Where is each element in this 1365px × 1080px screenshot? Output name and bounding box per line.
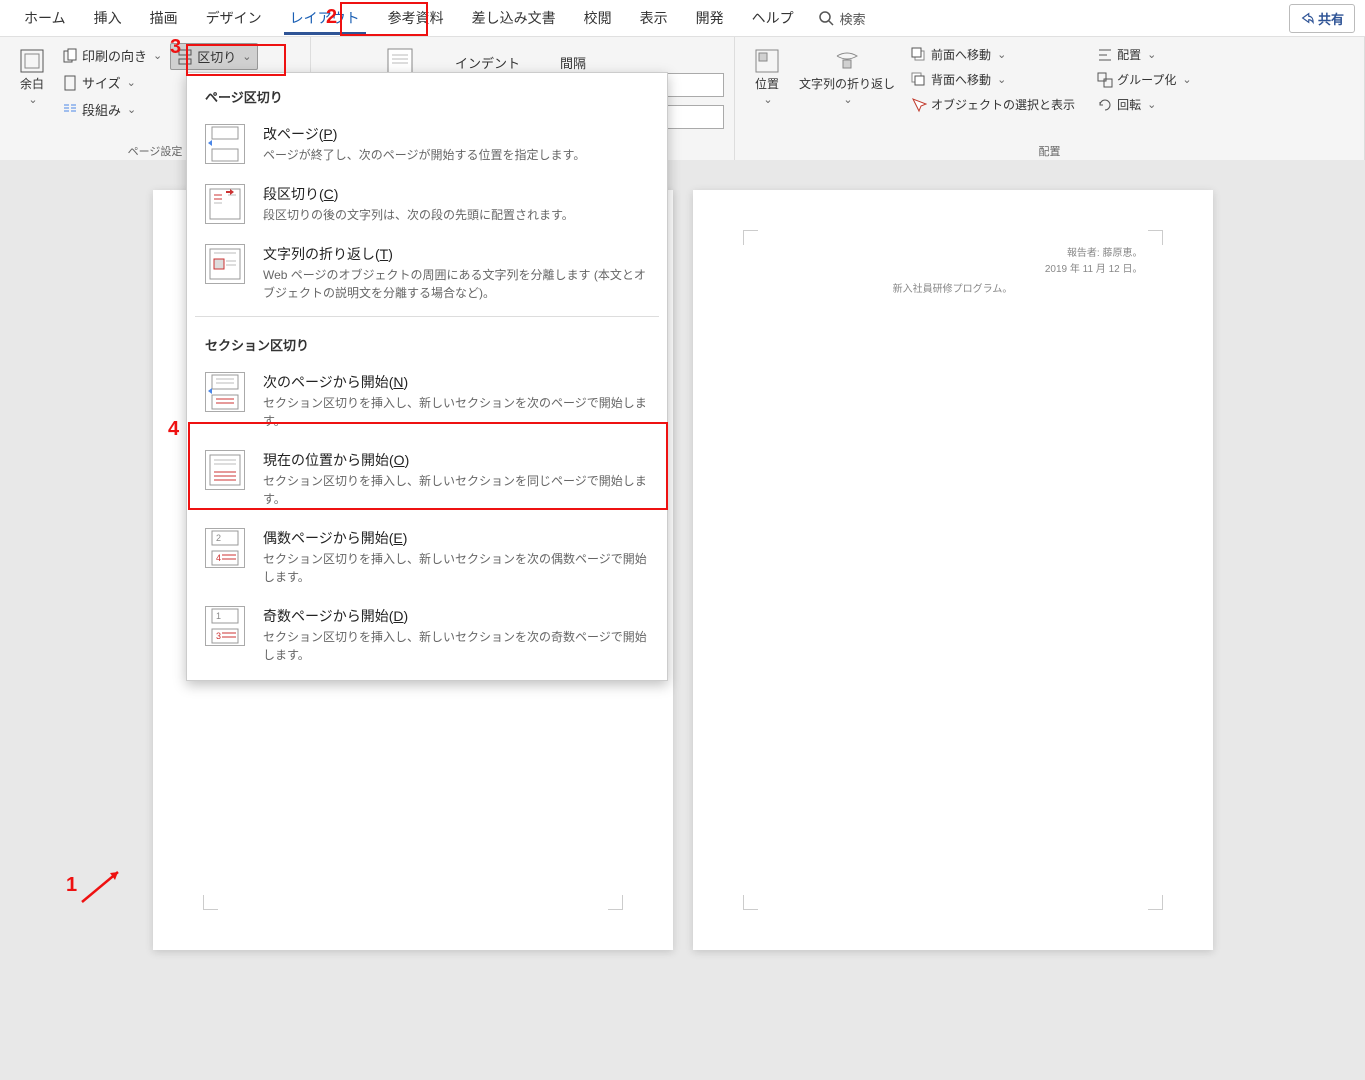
orientation-icon [62,48,78,64]
tab-view[interactable]: 表示 [626,2,682,34]
indent-label: インデント [455,53,520,72]
annotation-number-3: 3 [170,36,181,59]
selection-pane-button[interactable]: オブジェクトの選択と表示 [905,93,1081,116]
send-backward-icon [911,72,927,88]
dropdown-section-page-breaks: ページ区切り [187,73,667,114]
send-backward-button[interactable]: 背面へ移動⌄ [905,68,1081,91]
columns-icon [62,102,78,118]
spacing-label: 間隔 [560,53,586,72]
annotation-number-4: 4 [168,418,179,441]
arrange-group-label: 配置 [745,141,1354,159]
annotation-number-1: 1 [66,874,77,897]
continuous-icon [205,450,245,490]
break-page-desc: ページが終了し、次のページが開始する位置を指定します。 [263,146,649,164]
bring-forward-button[interactable]: 前面へ移動⌄ [905,43,1081,66]
section-break-even-page-desc: セクション区切りを挿入し、新しいセクションを次の偶数ページで開始します。 [263,550,649,586]
section-break-odd-page-desc: セクション区切りを挿入し、新しいセクションを次の奇数ページで開始します。 [263,628,649,664]
orientation-button[interactable]: 印刷の向き⌄ [56,43,168,68]
break-page-title: 改ページ(P) [263,124,649,144]
chevron-down-icon: ⌄ [28,93,37,107]
text-wrap-break-icon [205,244,245,284]
bring-forward-icon [911,47,927,63]
section-break-continuous-desc: セクション区切りを挿入し、新しいセクションを同じページで開始します。 [263,472,649,508]
next-page-icon [205,372,245,412]
align-button[interactable]: 配置⌄ [1091,43,1198,66]
rotate-button[interactable]: 回転⌄ [1091,93,1198,116]
spacing-after-spinner[interactable] [666,105,724,129]
page-2[interactable]: 報告者: 藤原恵。 2019 年 11 月 12 日。 新入社員研修プログラム。 [693,190,1213,950]
tab-home[interactable]: ホーム [10,2,80,34]
size-icon [62,75,78,91]
align-icon [1097,47,1113,63]
share-button[interactable]: 共有 [1289,4,1355,33]
svg-text:2: 2 [216,533,221,543]
tab-help[interactable]: ヘルプ [738,2,808,34]
tab-insert[interactable]: 挿入 [80,2,136,34]
margins-icon [18,47,46,75]
rotate-icon [1097,97,1113,113]
margins-button[interactable]: 余白 ⌄ [10,43,54,111]
page-center-text: 新入社員研修プログラム。 [693,280,1213,295]
annotation-number-2: 2 [326,6,337,29]
text-wrap-button[interactable]: 文字列の折り返し⌄ [791,43,903,111]
section-break-next-page-title: 次のページから開始(N) [263,372,649,392]
page-break-icon [205,124,245,164]
column-break-icon [205,184,245,224]
share-label: 共有 [1318,9,1344,28]
svg-text:4: 4 [216,553,221,563]
search-button[interactable]: 検索 [808,9,876,28]
share-icon [1300,11,1314,25]
breaks-button[interactable]: 区切り⌄ [170,43,258,70]
section-break-even-page-title: 偶数ページから開始(E) [263,528,649,548]
tab-developer[interactable]: 開発 [682,2,738,34]
group-button[interactable]: グループ化⌄ [1091,68,1198,91]
svg-text:3: 3 [216,631,221,641]
break-page[interactable]: 改ページ(P) ページが終了し、次のページが開始する位置を指定します。 [187,114,667,174]
break-column-desc: 段区切りの後の文字列は、次の段の先頭に配置されます。 [263,206,649,224]
columns-button[interactable]: 段組み⌄ [56,97,168,122]
ribbon-tabs: ホーム 挿入 描画 デザイン レイアウト 参考資料 差し込み文書 校閲 表示 開… [0,0,1365,37]
tab-review[interactable]: 校閲 [570,2,626,34]
odd-page-icon: 13 [205,606,245,646]
position-button[interactable]: 位置⌄ [745,43,789,111]
position-icon [753,47,781,75]
dropdown-section-section-breaks: セクション区切り [187,321,667,362]
section-break-continuous-title: 現在の位置から開始(O) [263,450,649,470]
break-text-wrapping-desc: Web ページのオブジェクトの周囲にある文字列を分離します (本文とオブジェクト… [263,266,649,302]
spacing-before-spinner[interactable] [666,73,724,97]
annotation-arrow-1 [78,866,128,906]
size-button[interactable]: サイズ⌄ [56,70,168,95]
svg-text:1: 1 [216,611,221,621]
selection-pane-icon [911,97,927,113]
break-column[interactable]: 段区切り(C) 段区切りの後の文字列は、次の段の先頭に配置されます。 [187,174,667,234]
section-break-even-page[interactable]: 24 偶数ページから開始(E) セクション区切りを挿入し、新しいセクションを次の… [187,518,667,596]
text-wrap-icon [833,47,861,75]
tab-references[interactable]: 参考資料 [374,2,458,34]
even-page-icon: 24 [205,528,245,568]
breaks-dropdown: ページ区切り 改ページ(P) ページが終了し、次のページが開始する位置を指定しま… [186,72,668,681]
tab-design[interactable]: デザイン [192,2,276,34]
section-break-odd-page[interactable]: 13 奇数ページから開始(D) セクション区切りを挿入し、新しいセクションを次の… [187,596,667,674]
section-break-odd-page-title: 奇数ページから開始(D) [263,606,649,626]
search-icon [818,10,834,26]
section-break-continuous[interactable]: 現在の位置から開始(O) セクション区切りを挿入し、新しいセクションを同じページ… [187,440,667,518]
tab-layout[interactable]: レイアウト [276,2,374,34]
break-text-wrapping-title: 文字列の折り返し(T) [263,244,649,264]
search-label: 検索 [840,9,866,28]
tab-draw[interactable]: 描画 [136,2,192,34]
group-icon [1097,72,1113,88]
break-column-title: 段区切り(C) [263,184,649,204]
section-break-next-page[interactable]: 次のページから開始(N) セクション区切りを挿入し、新しいセクションを次のページ… [187,362,667,440]
section-break-next-page-desc: セクション区切りを挿入し、新しいセクションを次のページで開始します。 [263,394,649,430]
page-header: 報告者: 藤原恵。 2019 年 11 月 12 日。 [1045,246,1143,278]
break-text-wrapping[interactable]: 文字列の折り返し(T) Web ページのオブジェクトの周囲にある文字列を分離しま… [187,234,667,312]
tab-mailings[interactable]: 差し込み文書 [458,2,570,34]
